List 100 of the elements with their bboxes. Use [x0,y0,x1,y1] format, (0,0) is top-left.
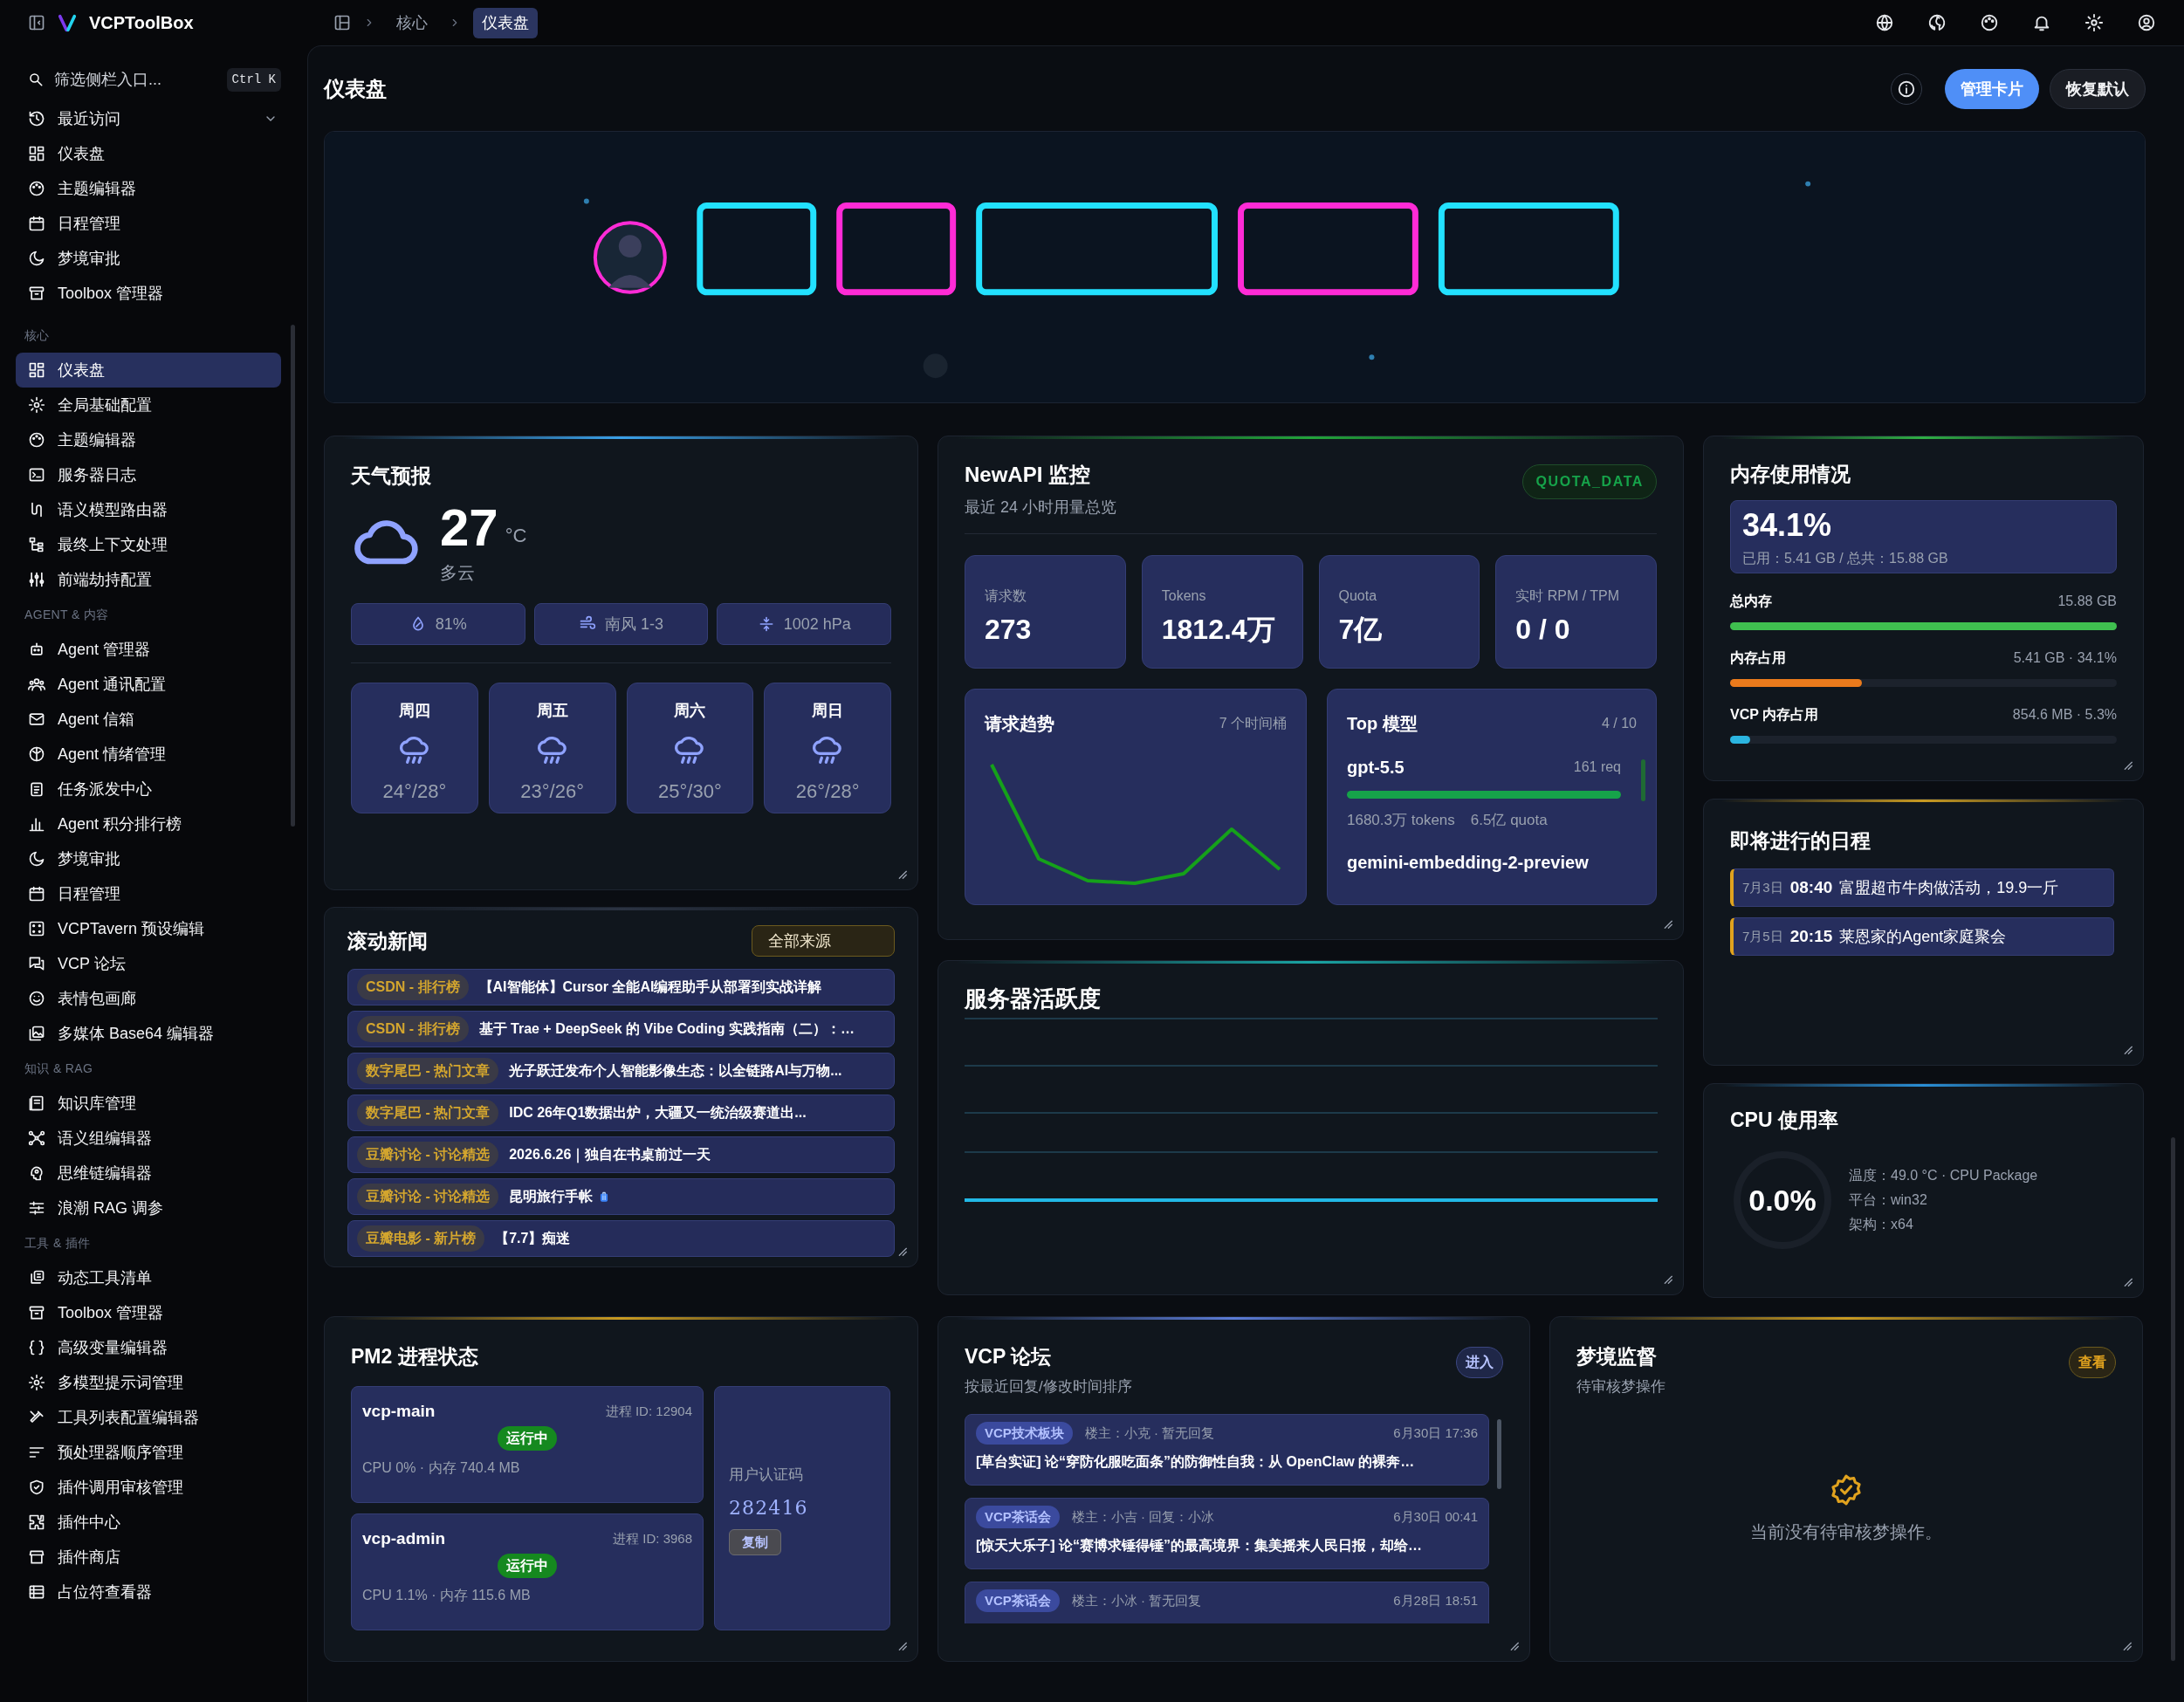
news-source-tag: 豆瓣讨论 - 讨论精选 [357,1142,499,1168]
nav-item[interactable]: 高级变量编辑器 [16,1330,281,1365]
scrollbar[interactable] [291,325,295,827]
nav-item[interactable]: 语义模型路由器 [16,492,281,527]
nav-item[interactable]: VCP 论坛 [16,946,281,981]
palette-icon[interactable] [1980,13,1999,32]
layout-icon[interactable] [333,14,351,31]
mail-icon [28,710,45,728]
nav-item[interactable]: 仪表盘 [16,353,281,388]
forum-tag: VCP技术板块 [976,1421,1073,1445]
post-time: 6月28日 18:51 [1393,1591,1478,1609]
news-title: 光子跃迁发布个人智能影像生态：以全链路AI与万物... [509,1062,842,1080]
smiley-icon [28,990,45,1007]
user-icon[interactable] [2137,13,2156,32]
model-quota: 6.5亿 quota [1470,811,1548,830]
news-item[interactable]: 豆瓣电影 - 新片榜 【7.7】痴迷 [347,1220,895,1257]
sidebar-toggle-icon[interactable] [28,14,45,31]
nav-item[interactable]: 思维链编辑器 [16,1156,281,1191]
scrollbar[interactable] [1497,1418,1501,1489]
stat-label: Quota [1338,587,1378,605]
copy-button[interactable]: 复制 [729,1528,781,1555]
nav-item[interactable]: 插件调用审核管理 [16,1470,281,1505]
breadcrumb-link[interactable]: 核心 [388,7,436,38]
forecast-range: 25°/30° [658,779,722,804]
nav-item[interactable]: Agent 积分排行榜 [16,806,281,841]
settings-icon[interactable] [2084,13,2104,32]
forum-post[interactable]: VCP技术板块 楼主：小克 · 暂无回复 6月30日 17:36 [草台实证] 论“穿防化服吃面条”的防御性自我：从 OpenClaw 的裸奔… [965,1413,1489,1486]
nav-item[interactable]: 日程管理 [16,876,281,911]
news-item[interactable]: CSDN - 排行榜 【AI智能体】Cursor 全能AI编程助手从部署到实战详解 [347,969,895,1005]
stat-value: 南风 1-3 [604,614,663,635]
event-time: 08:40 [1789,876,1833,898]
nav-item[interactable]: 任务派发中心 [16,772,281,806]
nav-item[interactable]: 服务器日志 [16,457,281,492]
card-subtitle: 最近 24 小时用量总览 [965,498,1117,518]
stat-label: 实时 RPM / TPM [1515,587,1621,605]
nav-item[interactable]: 多媒体 Base64 编辑器 [16,1016,281,1051]
nav-item[interactable]: VCPTavern 预设编辑 [16,911,281,946]
history-icon [28,110,45,127]
nav-item[interactable]: 最终上下文处理 [16,527,281,562]
globe-icon[interactable] [1875,13,1894,32]
nav-item[interactable]: Toolbox 管理器 [16,276,281,311]
card-title: NewAPI 监控 [965,464,1092,485]
nav-item[interactable]: 日程管理 [16,206,281,241]
news-item[interactable]: 数字尾巴 - 热门文章 IDC 26年Q1数据出炉，大疆又一统治级赛道出... [347,1095,895,1131]
news-source-tag: 豆瓣电影 - 新片榜 [357,1225,485,1252]
nav-item[interactable]: 前端劫持配置 [16,562,281,597]
process-stats: CPU 1.1% · 内存 115.6 MB [362,1586,532,1604]
nav-item[interactable]: 动态工具清单 [16,1260,281,1295]
nav-item[interactable]: Agent 通讯配置 [16,667,281,702]
scrollbar[interactable] [2171,1137,2175,1661]
news-source-tag: 数字尾巴 - 热门文章 [357,1058,499,1084]
news-item[interactable]: CSDN - 排行榜 基于 Trae + DeepSeek 的 Vibe Coding 实践指南（二）：… [347,1011,895,1047]
schedule-event[interactable]: 7月5日 20:15 莱恩家的Agent家庭聚会 [1730,917,2114,956]
enter-button[interactable]: 进入 [1456,1347,1503,1378]
moon-icon [28,250,45,267]
nav-item[interactable]: 工具列表配置编辑器 [16,1400,281,1435]
nav-item[interactable]: 插件商店 [16,1540,281,1575]
view-button[interactable]: 查看 [2069,1347,2116,1378]
recent-toggle[interactable]: 最近访问 [16,101,281,136]
calendar-icon [28,885,45,902]
nav-item[interactable]: 主题编辑器 [16,171,281,206]
palette-icon [28,431,45,449]
shield-icon [28,1479,45,1496]
cpu-detail: 平台：win32 [1849,1191,1928,1209]
archive-icon [28,1304,45,1321]
search-icon [28,72,44,87]
news-item[interactable]: 豆瓣讨论 - 讨论精选 昆明旅行手帐 [347,1178,895,1215]
nav-item[interactable]: Toolbox 管理器 [16,1295,281,1330]
nav-item[interactable]: Agent 信箱 [16,702,281,737]
schedule-event[interactable]: 7月3日 08:40 富盟超市牛肉做活动，19.9一斤 [1730,868,2114,907]
nav-item[interactable]: 全局基础配置 [16,388,281,422]
nav-item[interactable]: Agent 情绪管理 [16,737,281,772]
section-label: 知识 & RAG [24,1060,94,1077]
nav-item[interactable]: 主题编辑器 [16,422,281,457]
page-action-button[interactable]: 恢复默认 [2050,69,2146,109]
source-filter-dropdown[interactable]: 全部来源 [752,925,895,957]
nav-item[interactable]: 表情包画廊 [16,981,281,1016]
section-label: 工具 & 插件 [24,1234,92,1252]
forum-post[interactable]: VCP茶话会 楼主：小冰 · 暂无回复 6月28日 18:51 [965,1581,1489,1623]
search-field[interactable]: 筛选侧栏入口... [54,67,216,92]
forum-post[interactable]: VCP茶话会 楼主：小吉 · 回复：小冰 6月30日 00:41 [惊天大乐子] 论“赛博求锤得锤”的最高境界：集美摇来人民日报，却给… [965,1497,1489,1569]
image-icon [28,1025,45,1042]
news-item[interactable]: 豆瓣讨论 - 讨论精选 2026.6.26｜独自在书桌前过一天 [347,1136,895,1173]
breadcrumb-link[interactable]: 仪表盘 [473,7,538,38]
nav-item[interactable]: 梦境审批 [16,241,281,276]
nav-item[interactable]: 梦境审批 [16,841,281,876]
nav-item[interactable]: 仪表盘 [16,136,281,171]
nav-item[interactable]: 占位符查看器 [16,1575,281,1609]
nav-item[interactable]: 浪潮 RAG 调参 [16,1191,281,1225]
nav-item[interactable]: 插件中心 [16,1505,281,1540]
nav-item[interactable]: 语义组编辑器 [16,1121,281,1156]
nav-item[interactable]: 知识库管理 [16,1086,281,1121]
process-name: vcp-admin [362,1528,446,1549]
nav-item[interactable]: 多模型提示词管理 [16,1365,281,1400]
news-source-tag: 豆瓣讨论 - 讨论精选 [357,1184,499,1210]
news-item[interactable]: 数字尾巴 - 热门文章 光子跃迁发布个人智能影像生态：以全链路AI与万物... [347,1053,895,1089]
card-title: CPU 使用率 [1730,1110,1839,1130]
nav-item[interactable]: 预处理器顺序管理 [16,1435,281,1470]
nav-item[interactable]: Agent 管理器 [16,632,281,667]
scrollbar[interactable] [1641,759,1645,801]
